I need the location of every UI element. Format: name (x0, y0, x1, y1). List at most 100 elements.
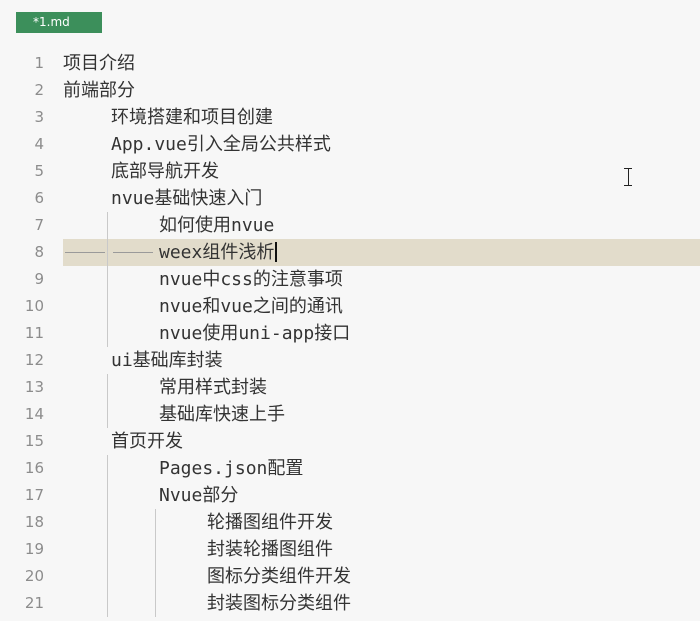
line-content: 环境搭建和项目创建 (111, 107, 273, 128)
editor-line[interactable]: 9 nvue中css的注意事项 (0, 266, 700, 293)
line-number: 12 (24, 351, 44, 369)
editor-line[interactable]: 6 nvue基础快速入门 (0, 185, 700, 212)
line-text: 底部导航开发 (111, 158, 219, 185)
line-text: 首页开发 (111, 428, 183, 455)
line-content: 如何使用nvue (159, 215, 275, 236)
line-content: nvue使用uni-app接口 (159, 323, 351, 344)
line-text: 图标分类组件开发 (207, 563, 351, 590)
indent-guide (107, 212, 108, 239)
line-text: Pages.json配置 (159, 455, 303, 482)
editor-line[interactable]: 1 项目介绍 (0, 50, 700, 77)
editor-line[interactable]: 18 轮播图组件开发 (0, 509, 700, 536)
line-number: 1 (34, 54, 44, 72)
editor-line[interactable]: 13 常用样式封装 (0, 374, 700, 401)
editor-window: *1.md 1 项目介绍 2 前端部分 3 环境搭建和项目创建 4 App.vue引入全局公共… (0, 0, 700, 621)
line-number: 7 (34, 216, 44, 234)
editor-line[interactable]: 5 底部导航开发 (0, 158, 700, 185)
line-text: 封装轮播图组件 (207, 536, 333, 563)
line-number: 5 (34, 162, 44, 180)
line-content: 轮播图组件开发 (207, 512, 333, 533)
editor-line[interactable]: 4 App.vue引入全局公共样式 (0, 131, 700, 158)
editor-line[interactable]: 2 前端部分 (0, 77, 700, 104)
indent-guide (107, 320, 108, 347)
indent-guide (107, 590, 108, 617)
editor-line[interactable]: 15 首页开发 (0, 428, 700, 455)
line-text: 常用样式封装 (159, 374, 267, 401)
line-content: 封装轮播图组件 (207, 539, 333, 560)
whitespace-tab-marker (65, 252, 105, 253)
mouse-ibeam-cursor-icon (624, 168, 632, 187)
line-content: 首页开发 (111, 431, 183, 452)
line-number: 21 (24, 594, 44, 612)
indent-guide (155, 536, 156, 563)
editor-line[interactable]: 17 Nvue部分 (0, 482, 700, 509)
text-caret (275, 242, 277, 262)
line-text: 前端部分 (63, 77, 135, 104)
line-number: 8 (34, 243, 44, 261)
line-number: 17 (24, 486, 44, 504)
line-content: nvue和vue之间的通讯 (159, 296, 343, 317)
indent-guide (107, 482, 108, 509)
editor-line[interactable]: 10 nvue和vue之间的通讯 (0, 293, 700, 320)
line-text: nvue基础快速入门 (111, 185, 262, 212)
editor-line[interactable]: 3 环境搭建和项目创建 (0, 104, 700, 131)
text-editor[interactable]: 1 项目介绍 2 前端部分 3 环境搭建和项目创建 4 App.vue引入全局公共样式 5 底部导… (0, 50, 700, 621)
line-number: 4 (34, 135, 44, 153)
line-number: 19 (24, 540, 44, 558)
line-content: 底部导航开发 (111, 161, 219, 182)
line-number: 13 (24, 378, 44, 396)
editor-line[interactable]: 12 ui基础库封装 (0, 347, 700, 374)
editor-line[interactable]: 11 nvue使用uni-app接口 (0, 320, 700, 347)
line-text: 基础库快速上手 (159, 401, 285, 428)
line-content: 图标分类组件开发 (207, 566, 351, 587)
line-text: nvue中css的注意事项 (159, 266, 343, 293)
line-content: nvue基础快速入门 (111, 188, 263, 209)
line-content: Pages.json配置 (159, 458, 304, 479)
line-content: Nvue部分 (159, 485, 239, 506)
line-number: 10 (24, 297, 44, 315)
line-text: 项目介绍 (63, 50, 135, 77)
indent-guide (155, 590, 156, 617)
line-text: 封装图标分类组件 (207, 590, 351, 617)
line-content: 封装图标分类组件 (207, 593, 351, 614)
indent-guide (107, 455, 108, 482)
line-number: 18 (24, 513, 44, 531)
line-content: nvue中css的注意事项 (159, 269, 343, 290)
line-number: 16 (24, 459, 44, 477)
indent-guide (155, 563, 156, 590)
line-content: 常用样式封装 (159, 377, 267, 398)
line-text: nvue使用uni-app接口 (159, 320, 350, 347)
editor-line[interactable]: 21 封装图标分类组件 (0, 590, 700, 617)
line-content: weex组件浅析 (159, 242, 275, 263)
editor-line[interactable]: 7 如何使用nvue (0, 212, 700, 239)
file-tab[interactable]: *1.md (16, 12, 102, 33)
indent-guide (107, 266, 108, 293)
indent-guide (107, 509, 108, 536)
line-number: 2 (34, 81, 44, 99)
editor-line[interactable]: 20 图标分类组件开发 (0, 563, 700, 590)
indent-guide (107, 401, 108, 428)
line-number: 11 (24, 324, 44, 342)
line-text: nvue和vue之间的通讯 (159, 293, 343, 320)
editor-line[interactable]: 19 封装轮播图组件 (0, 536, 700, 563)
indent-guide (155, 509, 156, 536)
line-content: 基础库快速上手 (159, 404, 285, 425)
tab-bar: *1.md (0, 0, 700, 40)
line-content: 前端部分 (63, 80, 135, 101)
line-number: 6 (34, 189, 44, 207)
line-number: 20 (24, 567, 44, 585)
indent-guide (107, 563, 108, 590)
line-text: Nvue部分 (159, 482, 238, 509)
whitespace-tab-marker (113, 252, 153, 253)
line-text: 如何使用nvue (159, 212, 274, 239)
indent-guide (107, 536, 108, 563)
line-text: ui基础库封装 (111, 347, 223, 374)
indent-guide (107, 239, 108, 266)
editor-line[interactable]: 16 Pages.json配置 (0, 455, 700, 482)
indent-guide (107, 293, 108, 320)
editor-line[interactable]: 14 基础库快速上手 (0, 401, 700, 428)
line-content: App.vue引入全局公共样式 (111, 134, 331, 155)
line-text: weex组件浅析 (159, 239, 277, 266)
editor-line[interactable]: 8 weex组件浅析 (0, 239, 700, 266)
line-content: ui基础库封装 (111, 350, 223, 371)
